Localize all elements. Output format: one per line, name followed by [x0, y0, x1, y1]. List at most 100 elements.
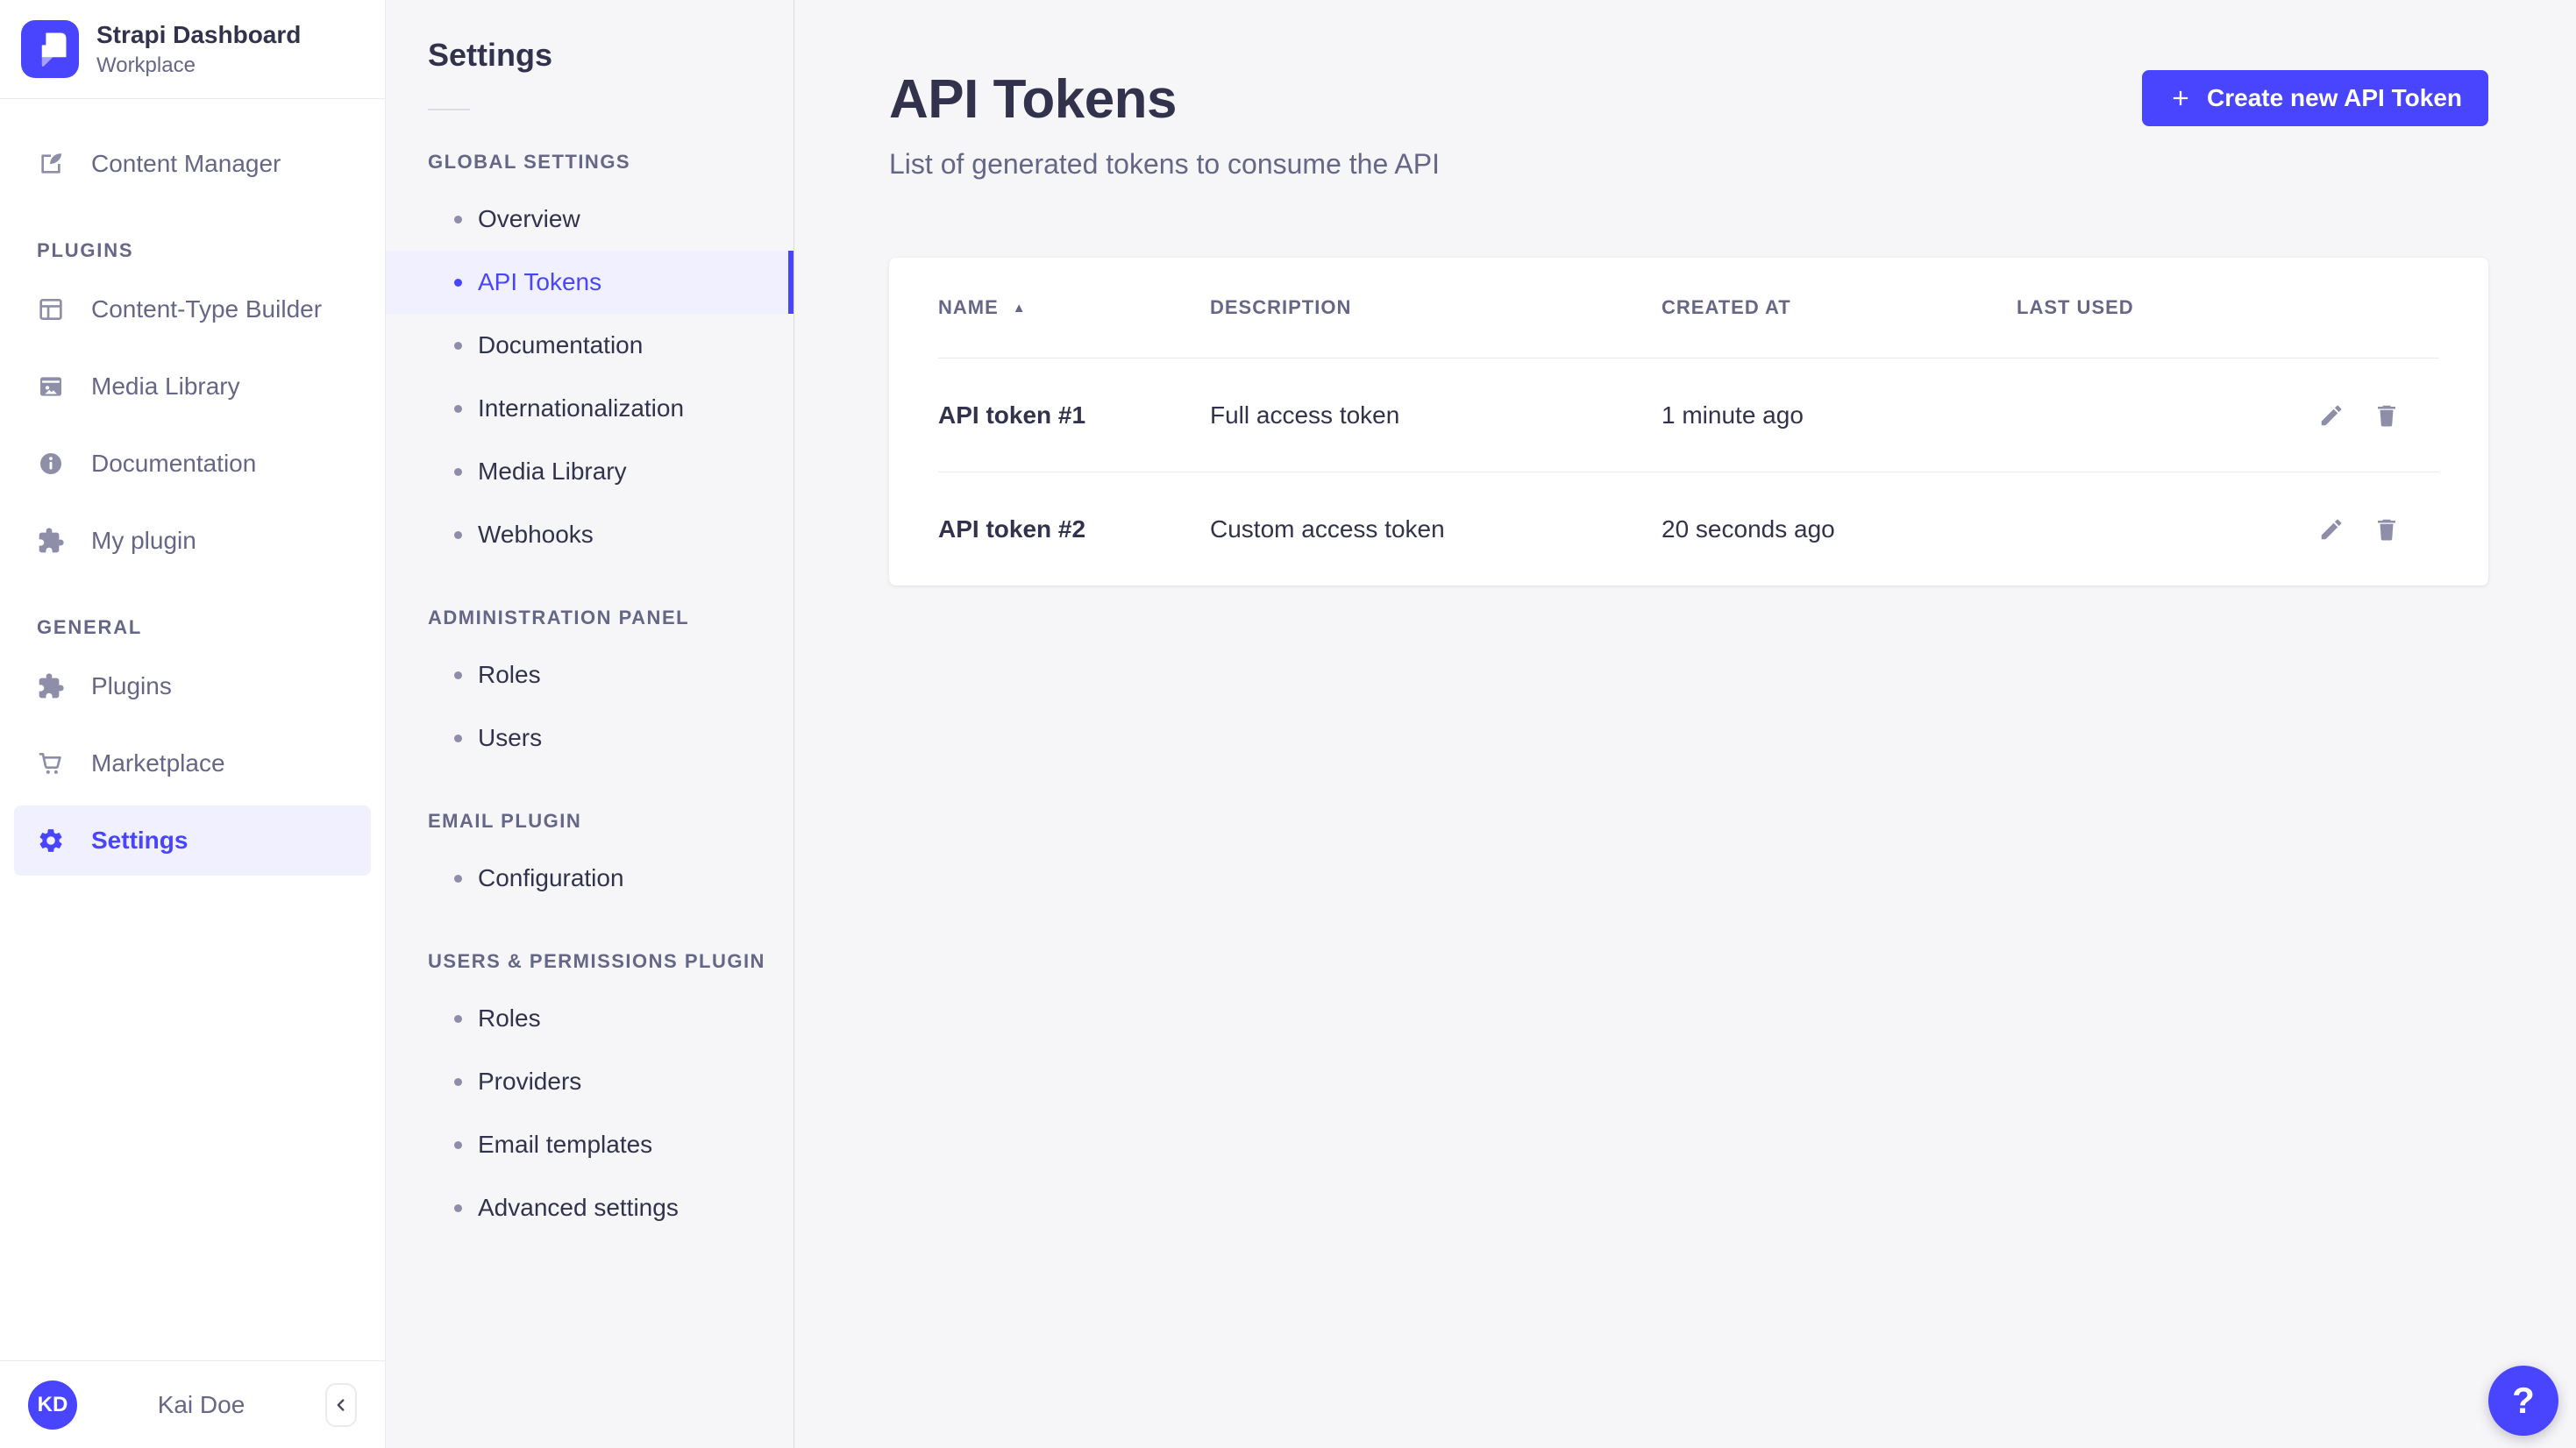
subnav-item-webhooks[interactable]: Webhooks: [386, 503, 793, 566]
column-header-label: NAME: [938, 296, 999, 319]
subnav-item-label: Configuration: [478, 864, 624, 892]
table-header-row: NAME ▲ DESCRIPTION CREATED AT LAST USED: [938, 258, 2439, 358]
subnav-item-providers[interactable]: Providers: [386, 1050, 793, 1113]
sidebar-item-media-library[interactable]: Media Library: [14, 351, 371, 422]
subnav-section-global-settings: GLOBAL SETTINGS Overview API Tokens Docu…: [386, 151, 793, 566]
subnav-section-title: EMAIL PLUGIN: [428, 810, 793, 833]
delete-token-button[interactable]: [2363, 391, 2409, 440]
column-header-description[interactable]: DESCRIPTION: [1210, 296, 1662, 319]
subnav-item-label: Overview: [478, 205, 580, 233]
subnav-item-label: Internationalization: [478, 394, 684, 422]
sidebar-item-settings[interactable]: Settings: [14, 806, 371, 876]
bullet-icon: [454, 1204, 462, 1212]
subnav-section-title: ADMINISTRATION PANEL: [428, 607, 793, 629]
help-button[interactable]: ?: [2488, 1366, 2558, 1436]
trash-icon: [2373, 402, 2400, 429]
token-description-cell: Custom access token: [1210, 515, 1662, 543]
strapi-logo-icon: [21, 20, 79, 78]
column-header-label: DESCRIPTION: [1210, 296, 1351, 319]
subnav-item-documentation[interactable]: Documentation: [386, 314, 793, 377]
row-actions: [2308, 391, 2439, 440]
sidebar-item-content-type-builder[interactable]: Content-Type Builder: [14, 274, 371, 344]
pencil-icon: [2318, 516, 2345, 543]
api-tokens-table-card: NAME ▲ DESCRIPTION CREATED AT LAST USED …: [889, 258, 2488, 586]
chevron-left-icon: [331, 1395, 351, 1415]
subnav-item-internationalization[interactable]: Internationalization: [386, 377, 793, 440]
user-name: Kai Doe: [77, 1391, 325, 1419]
subnav-item-email-templates[interactable]: Email templates: [386, 1113, 793, 1176]
sidebar-item-label: My plugin: [91, 527, 196, 555]
bullet-icon: [454, 279, 462, 287]
subnav-item-label: Documentation: [478, 331, 643, 359]
row-actions: [2308, 505, 2439, 554]
subnav-item-advanced-settings[interactable]: Advanced settings: [386, 1176, 793, 1239]
info-icon: [37, 450, 65, 478]
cart-icon: [37, 749, 65, 777]
sidebar-footer: KD Kai Doe: [0, 1360, 385, 1448]
subnav-item-overview[interactable]: Overview: [386, 188, 793, 251]
token-description-cell: Full access token: [1210, 401, 1662, 429]
sidebar-nav: Content Manager PLUGINS Content-Type Bui…: [0, 99, 385, 1360]
sidebar-item-my-plugin[interactable]: My plugin: [14, 506, 371, 576]
sidebar-item-content-manager[interactable]: Content Manager: [14, 129, 371, 199]
subnav-item-label: Media Library: [478, 458, 627, 486]
subnav-item-label: API Tokens: [478, 268, 601, 296]
subnav-section-title: USERS & PERMISSIONS PLUGIN: [428, 950, 793, 973]
divider: [428, 109, 470, 110]
brand-text: Strapi Dashboard Workplace: [96, 20, 301, 78]
page-titles: API Tokens List of generated tokens to c…: [889, 68, 1440, 181]
sidebar-item-plugins[interactable]: Plugins: [14, 651, 371, 721]
subnav-item-configuration[interactable]: Configuration: [386, 847, 793, 910]
subnav-item-roles-up[interactable]: Roles: [386, 987, 793, 1050]
bullet-icon: [454, 468, 462, 476]
subnav-item-media-library[interactable]: Media Library: [386, 440, 793, 503]
subnav-item-users[interactable]: Users: [386, 706, 793, 770]
delete-token-button[interactable]: [2363, 505, 2409, 554]
page-subtitle: List of generated tokens to consume the …: [889, 148, 1440, 181]
media-library-icon: [37, 373, 65, 401]
subnav-section-email-plugin: EMAIL PLUGIN Configuration: [386, 810, 793, 910]
app-title: Strapi Dashboard: [96, 20, 301, 50]
sort-asc-icon: ▲: [1013, 302, 1027, 315]
subnav-item-label: Roles: [478, 1004, 541, 1033]
column-header-last-used[interactable]: LAST USED: [2017, 296, 2308, 319]
table-row[interactable]: API token #1 Full access token 1 minute …: [938, 358, 2439, 472]
page-title: API Tokens: [889, 68, 1440, 131]
subnav-item-label: Roles: [478, 661, 541, 689]
sidebar-section-plugins: PLUGINS: [37, 239, 371, 262]
bullet-icon: [454, 1078, 462, 1086]
subnav-item-label: Advanced settings: [478, 1194, 679, 1222]
sidebar-item-documentation[interactable]: Documentation: [14, 429, 371, 499]
bullet-icon: [454, 405, 462, 413]
subnav-item-label: Email templates: [478, 1131, 652, 1159]
create-api-token-button[interactable]: Create new API Token: [2142, 70, 2488, 126]
main-sidebar: Strapi Dashboard Workplace Content Manag…: [0, 0, 386, 1448]
plus-icon: [2168, 86, 2193, 110]
collapse-sidebar-button[interactable]: [325, 1383, 357, 1427]
workspace-brand[interactable]: Strapi Dashboard Workplace: [0, 0, 385, 98]
column-header-created-at[interactable]: CREATED AT: [1662, 296, 2017, 319]
token-created-at-cell: 1 minute ago: [1662, 401, 2017, 429]
subnav-item-roles-admin[interactable]: Roles: [386, 643, 793, 706]
subnav-item-label: Webhooks: [478, 521, 594, 549]
create-button-label: Create new API Token: [2207, 84, 2462, 112]
workspace-name: Workplace: [96, 53, 301, 78]
edit-token-button[interactable]: [2308, 391, 2354, 440]
page-header: API Tokens List of generated tokens to c…: [889, 68, 2488, 181]
subnav-item-api-tokens[interactable]: API Tokens: [386, 251, 793, 314]
bullet-icon: [454, 342, 462, 350]
table-row[interactable]: API token #2 Custom access token 20 seco…: [938, 472, 2439, 586]
bullet-icon: [454, 216, 462, 224]
edit-token-button[interactable]: [2308, 505, 2354, 554]
sidebar-item-marketplace[interactable]: Marketplace: [14, 728, 371, 799]
subnav-section-administration-panel: ADMINISTRATION PANEL Roles Users: [386, 607, 793, 770]
user-avatar[interactable]: KD: [28, 1381, 77, 1430]
app-root: Strapi Dashboard Workplace Content Manag…: [0, 0, 2576, 1448]
column-header-name[interactable]: NAME ▲: [938, 296, 1210, 319]
bullet-icon: [454, 735, 462, 742]
content-manager-icon: [37, 150, 65, 178]
pencil-icon: [2318, 402, 2345, 429]
column-header-label: CREATED AT: [1662, 296, 1791, 319]
bullet-icon: [454, 1015, 462, 1023]
sidebar-section-general: GENERAL: [37, 616, 371, 639]
